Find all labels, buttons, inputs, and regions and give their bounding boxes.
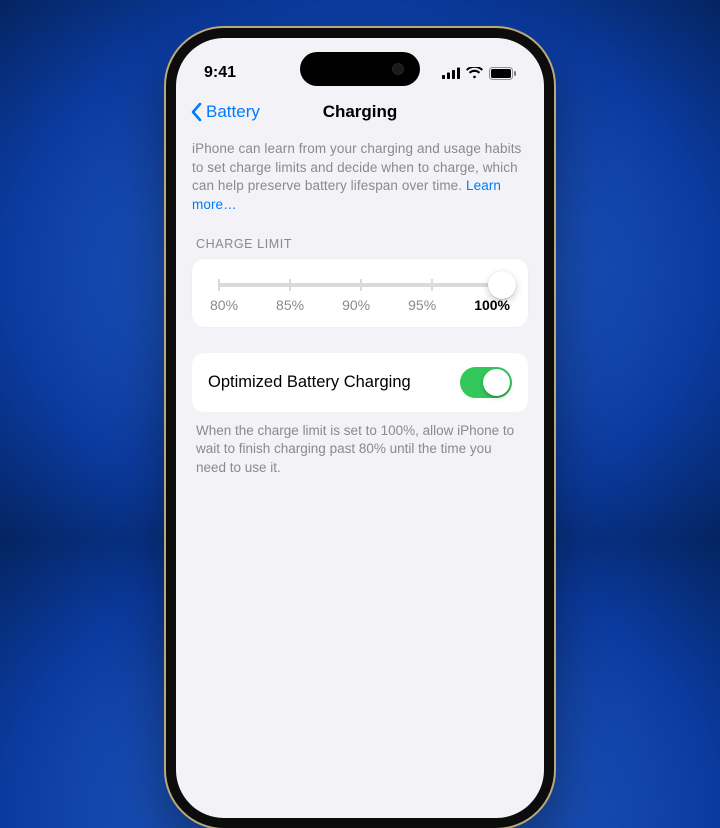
slider-thumb[interactable] [488, 271, 516, 299]
slider-stop-1: 85% [276, 297, 304, 313]
slider-stop-0: 80% [210, 297, 238, 313]
cellular-icon [442, 67, 460, 79]
charge-limit-slider[interactable] [218, 283, 502, 287]
slider-tick [218, 279, 220, 291]
slider-labels: 80% 85% 90% 95% 100% [210, 297, 510, 313]
status-time: 9:41 [204, 64, 236, 82]
iphone-frame: 9:41 Battery Charging iPhone can learn f… [166, 28, 554, 828]
slider-stop-3: 95% [408, 297, 436, 313]
optimized-charging-row: Optimized Battery Charging [192, 353, 528, 412]
slider-tick [289, 279, 291, 291]
content: iPhone can learn from your charging and … [176, 134, 544, 477]
slider-stop-4: 100% [474, 297, 510, 313]
dynamic-island [300, 52, 420, 86]
optimized-charging-toggle[interactable] [460, 367, 512, 398]
back-label: Battery [206, 102, 260, 122]
back-button[interactable]: Battery [190, 102, 260, 122]
slider-tick [431, 279, 433, 291]
charge-limit-header: CHARGE LIMIT [192, 237, 528, 251]
nav-bar: Battery Charging [176, 90, 544, 134]
charge-limit-card: 80% 85% 90% 95% 100% [192, 259, 528, 327]
slider-stop-2: 90% [342, 297, 370, 313]
battery-icon [489, 67, 516, 80]
intro-text: iPhone can learn from your charging and … [192, 140, 528, 215]
slider-tick [360, 279, 362, 291]
status-icons [442, 67, 516, 80]
optimized-charging-footer: When the charge limit is set to 100%, al… [196, 422, 524, 478]
toggle-knob [483, 369, 510, 396]
wifi-icon [466, 67, 483, 79]
optimized-charging-label: Optimized Battery Charging [208, 373, 411, 392]
chevron-left-icon [190, 102, 202, 122]
